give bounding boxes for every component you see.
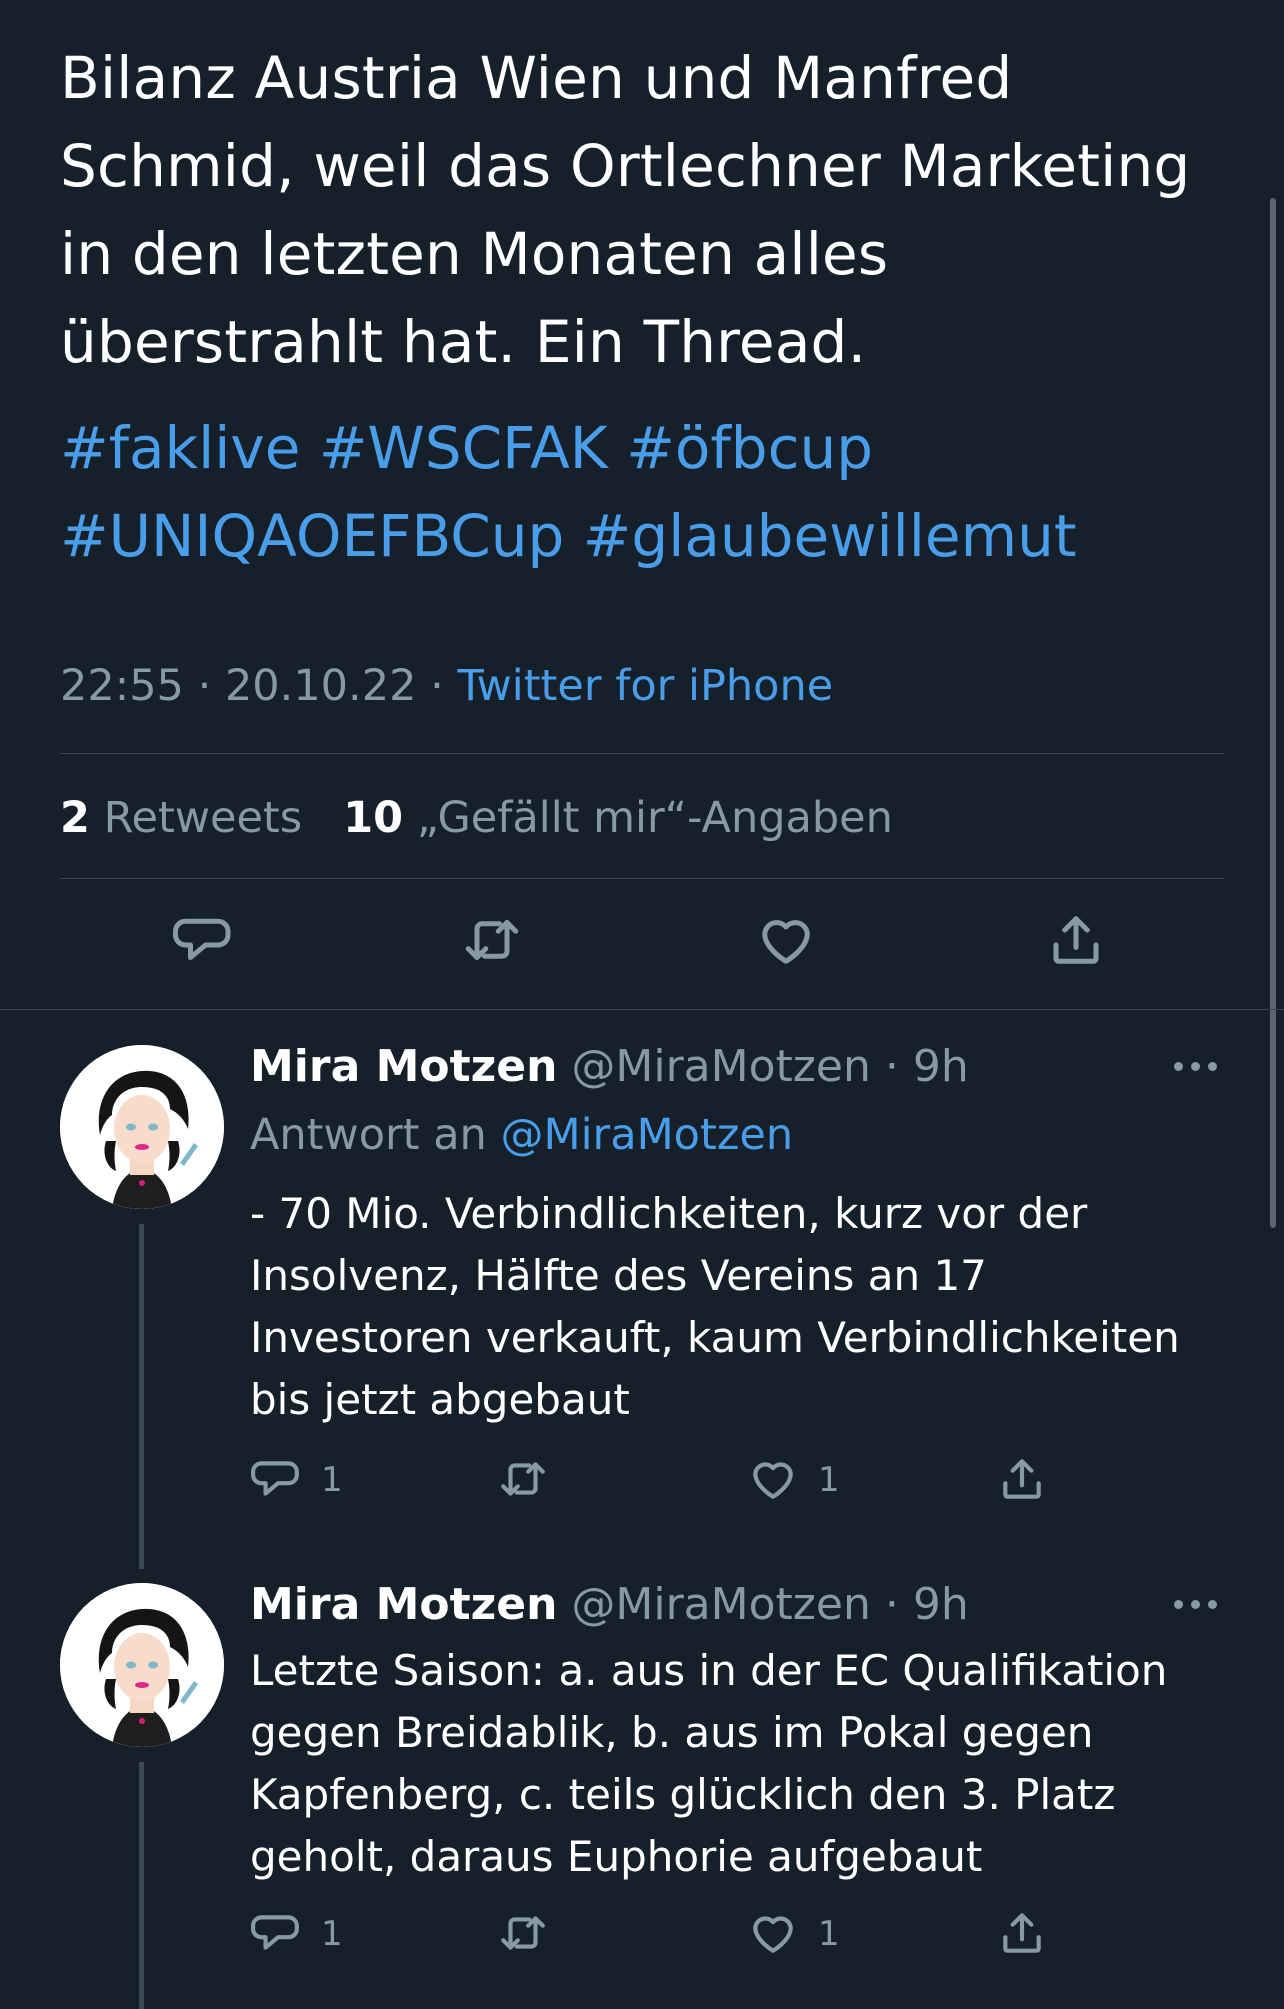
more-dots-icon[interactable] — [1174, 1598, 1218, 1612]
reply-text-line: Investoren verkauft, kaum Verbindlichkei… — [250, 1313, 1180, 1362]
main-tweet-line: überstrahlt hat. Ein Thread. — [60, 308, 867, 376]
divider — [60, 753, 1224, 754]
main-tweet-hashtags[interactable]: #faklive #WSCFAK #öfbcup #UNIQAOEFBCup #… — [60, 404, 1220, 580]
retweet-action[interactable] — [498, 1908, 558, 1960]
retweet-arrows-icon[interactable] — [462, 910, 522, 970]
thread-line — [139, 1762, 144, 2009]
retweet-arrows-icon — [501, 1462, 545, 1496]
retweets-count[interactable]: 2 — [60, 793, 90, 843]
share-upload-icon[interactable] — [1046, 910, 1106, 970]
speech-bubble-icon — [251, 1915, 299, 1950]
meta-separator: · — [430, 661, 444, 711]
reply-text-line: Kapfenberg, c. teils glücklich den 3. Pl… — [250, 1770, 1116, 1819]
reply-text: Letzte Saison: a. aus in der EC Qualifik… — [250, 1640, 1240, 1888]
tweet-stats: 2 Retweets 10 „Gefällt mir“-Angaben — [60, 792, 893, 844]
avatar[interactable] — [60, 1045, 224, 1209]
like-count: 1 — [818, 1460, 840, 1500]
main-tweet-line: Bilanz Austria Wien und Manfred — [60, 44, 1013, 112]
reply-count: 1 — [321, 1460, 343, 1500]
author-name[interactable]: Mira Motzen — [250, 1579, 557, 1630]
reply-text: - 70 Mio. Verbindlichkeiten, kurz vor de… — [250, 1183, 1240, 1431]
speech-bubble-icon[interactable] — [173, 910, 233, 970]
tweet-detail-page: Bilanz Austria Wien und Manfred Schmid, … — [0, 0, 1284, 2009]
heart-icon — [753, 1916, 793, 1953]
reply-action[interactable]: 1 — [251, 1908, 361, 1960]
thread-line — [139, 1224, 144, 1569]
reply-text-line: - 70 Mio. Verbindlichkeiten, kurz vor de… — [250, 1189, 1088, 1238]
author-handle[interactable]: @MiraMotzen — [571, 1579, 870, 1630]
reply-text-line: Insolvenz, Hälfte des Vereins an 17 — [250, 1251, 987, 1300]
main-tweet-text: Bilanz Austria Wien und Manfred Schmid, … — [60, 34, 1220, 386]
reply-text-line: geholt, daraus Euphorie aufgebaut — [250, 1832, 983, 1881]
share-upload-icon — [1003, 1913, 1041, 1953]
share-upload-icon — [1003, 1459, 1041, 1499]
meta-separator: · — [884, 1041, 899, 1092]
reply-header: Mira Motzen @MiraMotzen · 9h — [250, 1040, 969, 1094]
like-count: 1 — [818, 1914, 840, 1954]
hashtag-line[interactable]: #faklive #WSCFAK #öfbcup — [60, 404, 1220, 492]
reply-to: Antwort an @MiraMotzen — [250, 1108, 793, 1162]
reply-to-label: Antwort an — [250, 1110, 487, 1160]
reply-time: 9h — [912, 1579, 969, 1630]
reply-action[interactable]: 1 — [251, 1454, 361, 1506]
reply-actions: 1 1 — [0, 1454, 1284, 1506]
heart-icon[interactable] — [756, 910, 816, 970]
divider — [60, 878, 1224, 879]
reply-header: Mira Motzen @MiraMotzen · 9h — [250, 1578, 969, 1632]
reply-count: 1 — [321, 1914, 343, 1954]
share-action[interactable] — [997, 1454, 1057, 1506]
more-dots-icon[interactable] — [1174, 1060, 1218, 1074]
divider — [0, 1009, 1284, 1010]
main-tweet-actions — [0, 910, 1284, 980]
author-name[interactable]: Mira Motzen — [250, 1041, 557, 1092]
reply-text-line: gegen Breidablik, b. aus im Pokal gegen — [250, 1708, 1094, 1757]
share-action[interactable] — [997, 1908, 1057, 1960]
like-action[interactable]: 1 — [748, 1908, 858, 1960]
avatar[interactable] — [60, 1583, 224, 1747]
tweet-date: 20.10.22 — [224, 661, 417, 711]
retweet-arrows-icon — [501, 1916, 545, 1950]
tweet-time: 22:55 — [60, 661, 184, 711]
scrollbar[interactable] — [1270, 198, 1276, 1228]
retweet-action[interactable] — [498, 1454, 558, 1506]
retweets-label[interactable]: Retweets — [104, 793, 303, 843]
hashtag-line[interactable]: #UNIQAOEFBCup #glaubewillemut — [60, 492, 1220, 580]
reply-text-line: Letzte Saison: a. aus in der EC Qualifik… — [250, 1646, 1168, 1695]
meta-separator: · — [884, 1579, 899, 1630]
meta-separator: · — [197, 661, 212, 711]
reply-text-line: bis jetzt abgebaut — [250, 1375, 630, 1424]
heart-icon — [753, 1462, 793, 1499]
author-handle[interactable]: @MiraMotzen — [571, 1041, 870, 1092]
main-tweet-line: Schmid, weil das Ortlechner Marketing — [60, 132, 1191, 200]
likes-count[interactable]: 10 — [343, 793, 403, 843]
reply-actions: 1 1 — [0, 1908, 1284, 1960]
speech-bubble-icon — [251, 1461, 299, 1496]
reply-time: 9h — [912, 1041, 969, 1092]
tweet-meta: 22:55 · 20.10.22 · Twitter for iPhone — [60, 660, 833, 712]
like-action[interactable]: 1 — [748, 1454, 858, 1506]
main-tweet-line: in den letzten Monaten alles — [60, 220, 889, 288]
reply-to-handle[interactable]: @MiraMotzen — [501, 1110, 794, 1160]
likes-label[interactable]: „Gefällt mir“-Angaben — [417, 793, 893, 843]
tweet-source-link[interactable]: Twitter for iPhone — [457, 661, 833, 711]
